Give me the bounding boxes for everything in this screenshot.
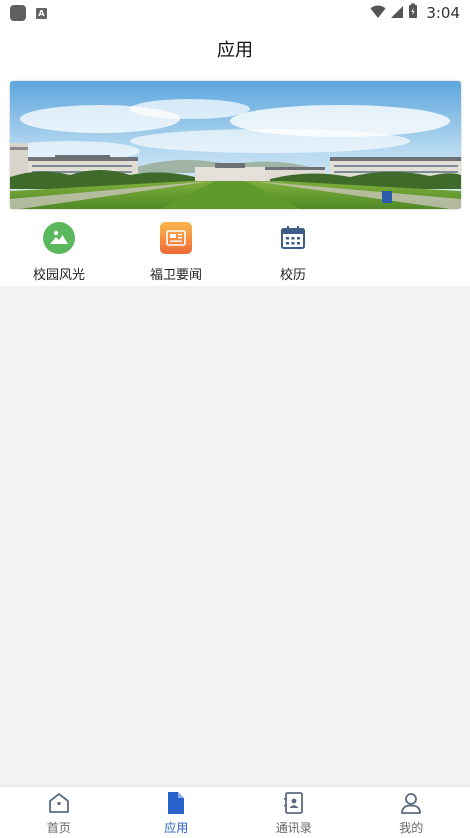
contacts-icon [282,791,306,815]
header: 应用 [0,26,470,72]
landscape-icon [43,222,75,254]
nav-item-home[interactable]: 首页 [0,787,118,838]
wifi-icon [370,4,386,23]
app-grid: 校园风光 福卫要闻 校历 [0,222,470,286]
campus-banner-image[interactable] [10,81,461,209]
document-icon [164,791,188,815]
bottom-nav: 首页 应用 通讯录 我的 [0,786,470,838]
a-notification-icon: A [36,7,47,19]
status-time: 3:04 [426,4,460,22]
calendar-icon [277,222,309,254]
nav-label: 通讯录 [275,821,312,835]
status-left: A [10,5,47,21]
battery-icon [408,3,418,23]
home-icon [47,791,71,815]
app-item-news[interactable]: 福卫要闻 [131,222,221,286]
app-screen: A 3:04 应用 校园风光 福卫要闻 校历 首页 应用 通讯录 我的 [0,0,470,838]
app-notification-icon [10,5,26,21]
nav-label: 首页 [46,821,71,835]
signal-icon [390,4,404,23]
nav-item-contacts[interactable]: 通讯录 [235,787,353,838]
nav-item-profile[interactable]: 我的 [353,787,470,838]
nav-label: 我的 [399,821,424,835]
apps-panel: 校园风光 福卫要闻 校历 [0,72,470,286]
app-label: 福卫要闻 [149,268,202,283]
status-bar: A 3:04 [0,0,470,26]
newspaper-icon [160,222,192,254]
app-item-school-calendar[interactable]: 校历 [248,222,338,286]
status-right: 3:04 [370,3,460,23]
app-label: 校历 [279,268,306,283]
nav-item-apps[interactable]: 应用 [118,787,236,838]
nav-label: 应用 [164,821,189,835]
person-icon [399,791,423,815]
app-item-campus-scenery[interactable]: 校园风光 [14,222,104,286]
page-title: 应用 [217,40,253,61]
app-label: 校园风光 [32,268,85,283]
